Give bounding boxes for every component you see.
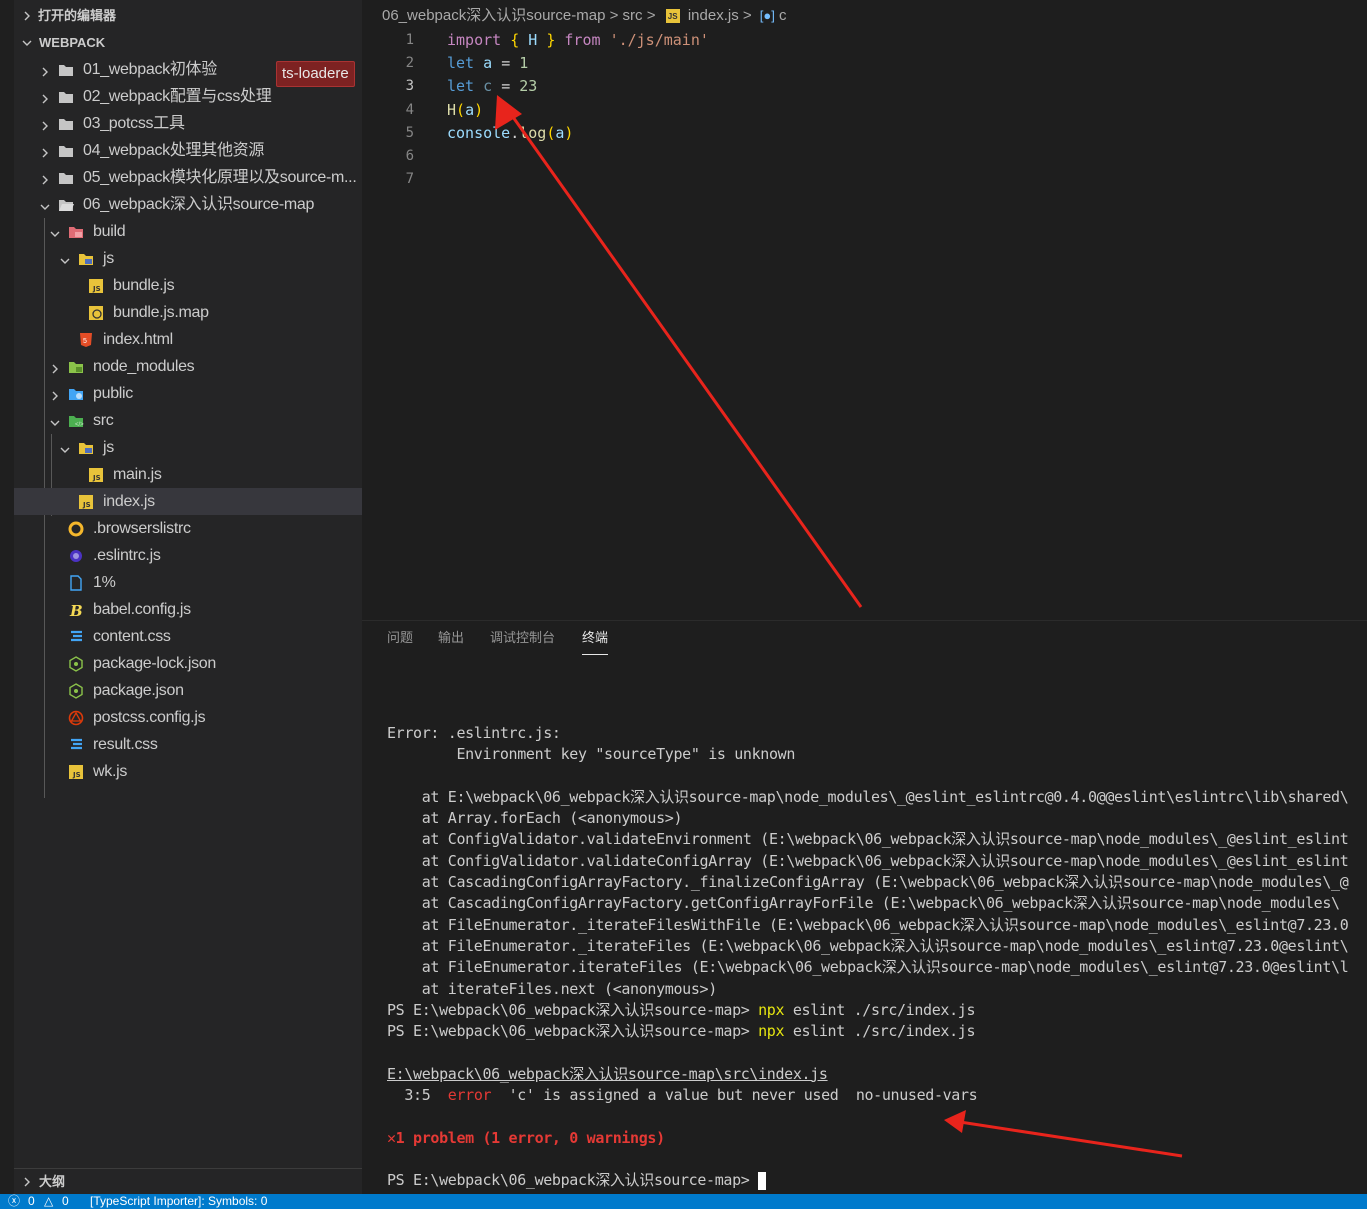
error-count[interactable]: 0 — [28, 1194, 35, 1209]
annotation-arrow-left — [944, 1110, 1183, 1158]
status-text[interactable]: [TypeScript Importer]: Symbols: 0 — [90, 1194, 267, 1209]
warning-icon[interactable]: △ — [44, 1194, 53, 1209]
status-bar: ⓧ 0 △ 0 [TypeScript Importer]: Symbols: … — [0, 1194, 1367, 1209]
annotation-arrows — [495, 95, 1183, 1158]
error-icon[interactable]: ⓧ — [8, 1194, 20, 1209]
warning-count[interactable]: 0 — [62, 1194, 69, 1209]
annotation-arrow-up — [495, 95, 863, 608]
